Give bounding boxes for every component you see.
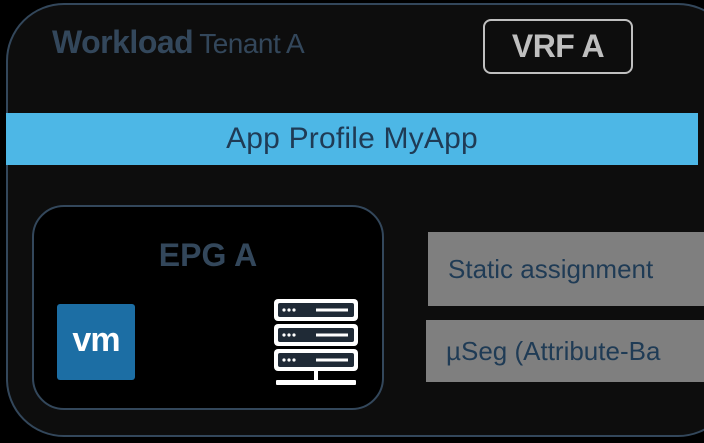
vrf-label: VRF A: [483, 19, 633, 74]
diagram-canvas: Workload Tenant A VRF A App Profile MyAp…: [0, 0, 704, 443]
server-rack-icon: [274, 299, 358, 385]
tenant-title-bold: Workload: [52, 24, 194, 60]
useg-assignment-box: µSeg (Attribute-Ba: [426, 320, 704, 382]
app-profile-bar: App Profile MyApp: [6, 113, 698, 165]
vm-icon-text: vm: [72, 320, 120, 359]
tenant-title-name: Tenant A: [199, 28, 305, 59]
static-assignment-label: Static assignment: [448, 253, 654, 284]
epg-title: EPG A: [158, 237, 258, 273]
static-assignment-box: Static assignment: [428, 232, 704, 306]
epg-container: EPG A vm: [32, 205, 384, 410]
tenant-title: Workload Tenant A: [52, 24, 305, 64]
app-profile-label: App Profile MyApp: [226, 122, 478, 155]
useg-assignment-label: µSeg (Attribute-Ba: [446, 335, 661, 366]
vmware-vm-icon: vm: [57, 304, 135, 380]
